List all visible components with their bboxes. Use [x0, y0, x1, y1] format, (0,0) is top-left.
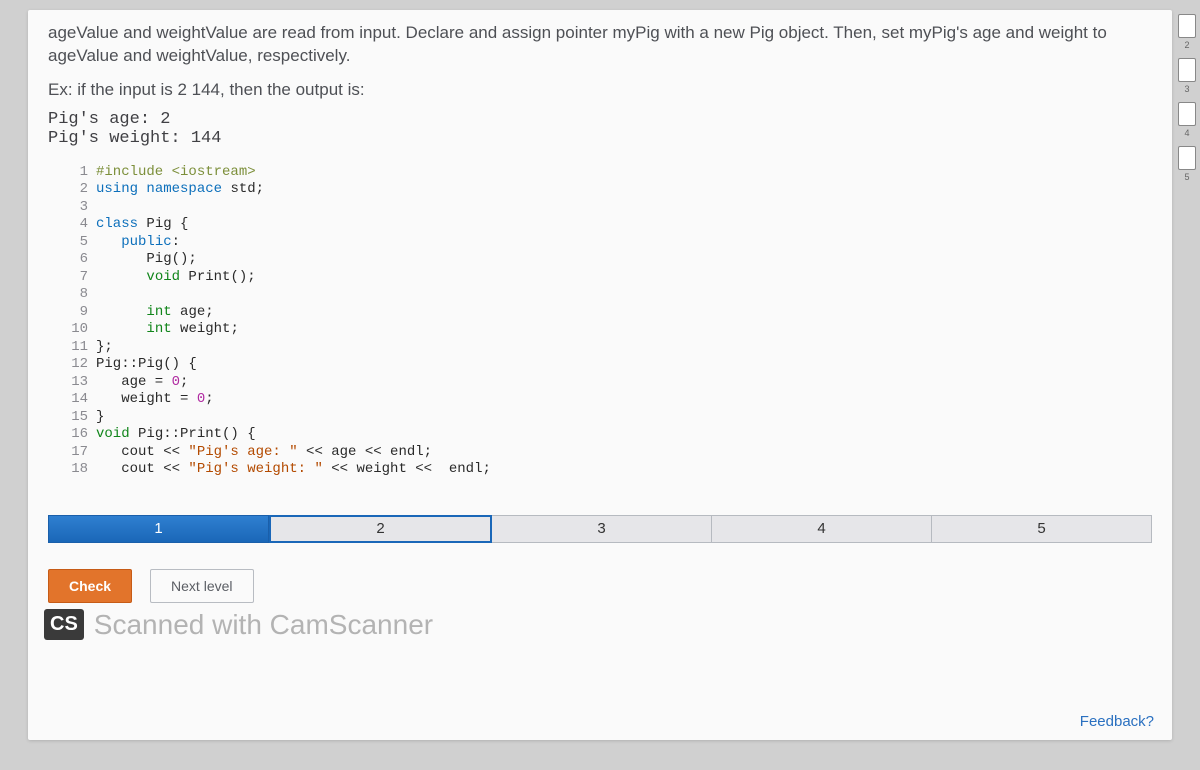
code-content: using namespace std; [96, 181, 264, 199]
code-line: 3 [68, 199, 1152, 217]
code-line: 15} [68, 409, 1152, 427]
sample-output: Pig's age: 2 Pig's weight: 144 [48, 110, 1152, 148]
example-label: Ex: if the input is 2 144, then the outp… [48, 80, 1152, 100]
line-number: 18 [68, 461, 96, 479]
step-bar: 12345 [48, 515, 1152, 543]
code-line: 9 int age; [68, 304, 1152, 322]
code-line: 16void Pig::Print() { [68, 426, 1152, 444]
code-content: cout << "Pig's weight: " << weight << en… [96, 461, 491, 479]
code-line: 8 [68, 286, 1152, 304]
line-number: 7 [68, 269, 96, 287]
code-line: 14 weight = 0; [68, 391, 1152, 409]
line-number: 13 [68, 374, 96, 392]
code-content: age = 0; [96, 374, 188, 392]
code-content: } [96, 409, 104, 427]
exercise-card: ageValue and weightValue are read from i… [28, 10, 1172, 740]
code-line: 6 Pig(); [68, 251, 1152, 269]
code-line: 17 cout << "Pig's age: " << age << endl; [68, 444, 1152, 462]
code-content: #include <iostream> [96, 164, 256, 182]
code-content: void Print(); [96, 269, 256, 287]
code-line: 11}; [68, 339, 1152, 357]
code-content: int age; [96, 304, 214, 322]
code-line: 7 void Print(); [68, 269, 1152, 287]
line-number: 9 [68, 304, 96, 322]
code-content: public: [96, 234, 180, 252]
next-level-button[interactable]: Next level [150, 569, 253, 603]
code-content: }; [96, 339, 113, 357]
prompt-text: ageValue and weightValue are read from i… [48, 22, 1152, 68]
watermark-text: Scanned with CamScanner [94, 609, 433, 641]
step-2[interactable]: 2 [269, 515, 492, 543]
step-5[interactable]: 5 [932, 515, 1152, 543]
line-number: 14 [68, 391, 96, 409]
step-4[interactable]: 4 [712, 515, 932, 543]
line-number: 17 [68, 444, 96, 462]
code-line: 5 public: [68, 234, 1152, 252]
page-thumb-number: 2 [1184, 40, 1189, 50]
line-number: 10 [68, 321, 96, 339]
line-number: 3 [68, 199, 96, 217]
code-editor[interactable]: 1#include <iostream>2using namespace std… [68, 164, 1152, 479]
line-number: 16 [68, 426, 96, 444]
page-thumb[interactable] [1178, 146, 1196, 170]
line-number: 2 [68, 181, 96, 199]
line-number: 8 [68, 286, 96, 304]
line-number: 12 [68, 356, 96, 374]
code-line: 4class Pig { [68, 216, 1152, 234]
code-content: Pig(); [96, 251, 197, 269]
code-line: 2using namespace std; [68, 181, 1152, 199]
code-content: Pig::Pig() { [96, 356, 197, 374]
line-number: 11 [68, 339, 96, 357]
page-thumb[interactable] [1178, 58, 1196, 82]
page-thumb-number: 5 [1184, 172, 1189, 182]
code-line: 12Pig::Pig() { [68, 356, 1152, 374]
line-number: 4 [68, 216, 96, 234]
code-content: int weight; [96, 321, 239, 339]
line-number: 15 [68, 409, 96, 427]
step-3[interactable]: 3 [492, 515, 712, 543]
page-thumb[interactable] [1178, 102, 1196, 126]
code-line: 10 int weight; [68, 321, 1152, 339]
code-content: void Pig::Print() { [96, 426, 256, 444]
line-number: 1 [68, 164, 96, 182]
page-thumbnails: 2 3 4 5 [1178, 14, 1196, 186]
page-thumb[interactable] [1178, 14, 1196, 38]
line-number: 5 [68, 234, 96, 252]
code-content: weight = 0; [96, 391, 214, 409]
page-thumb-number: 4 [1184, 128, 1189, 138]
watermark: CS Scanned with CamScanner [44, 609, 1152, 641]
code-content: class Pig { [96, 216, 188, 234]
code-content: cout << "Pig's age: " << age << endl; [96, 444, 432, 462]
page-thumb-number: 3 [1184, 84, 1189, 94]
step-1[interactable]: 1 [48, 515, 269, 543]
camscanner-badge: CS [44, 609, 84, 640]
code-line: 18 cout << "Pig's weight: " << weight <<… [68, 461, 1152, 479]
button-row: Check Next level [48, 569, 1152, 603]
feedback-link[interactable]: Feedback? [1080, 713, 1154, 730]
check-button[interactable]: Check [48, 569, 132, 603]
code-line: 1#include <iostream> [68, 164, 1152, 182]
line-number: 6 [68, 251, 96, 269]
code-line: 13 age = 0; [68, 374, 1152, 392]
